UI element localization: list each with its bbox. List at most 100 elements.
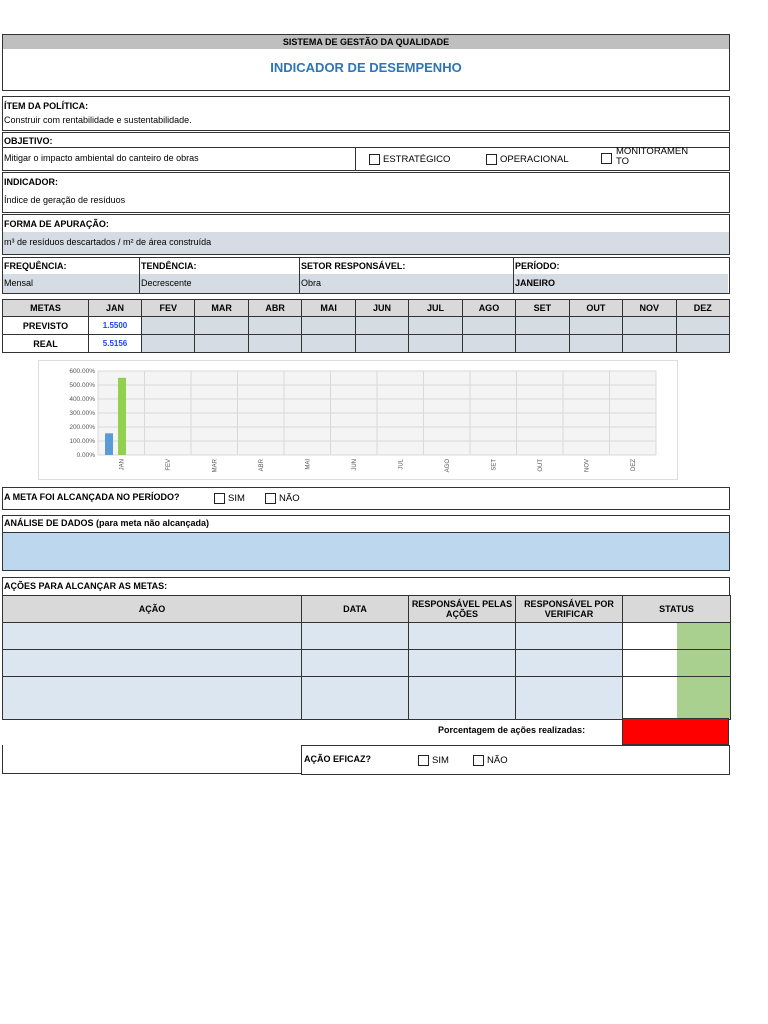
effective-section: AÇÃO EFICAZ? SIM NÃO [301,745,730,775]
real-value-cell[interactable] [301,334,356,353]
y-tick-label: 600.00% [69,368,95,375]
policy-label: ÍTEM DA POLÍTICA: [4,101,89,111]
previsto-value-cell[interactable] [675,316,731,335]
previsto-value-cell[interactable] [301,316,356,335]
effective-no-option[interactable]: NÃO [473,755,508,766]
real-value-cell[interactable] [622,334,677,353]
previsto-value-cell[interactable] [354,316,410,335]
status-cell[interactable] [622,649,677,677]
period-value[interactable]: JANEIRO [514,274,728,293]
frequency-cell: FREQUÊNCIA: Mensal [3,258,140,293]
verify-cell[interactable] [515,622,623,650]
system-title: SISTEMA DE GESTÃO DA QUALIDADE [3,35,729,49]
objective-value[interactable]: Mitigar o impacto ambiental do canteiro … [4,153,199,163]
checkbox[interactable] [265,493,276,504]
action-cell[interactable] [2,676,302,720]
option-monitoramento[interactable]: MONITORAMENTO [601,147,696,169]
actions-header-row: AÇÃO DATA RESPONSÁVEL PELAS AÇÕES RESPON… [2,595,732,623]
checkbox[interactable] [601,153,612,164]
col-resp-verificar: RESPONSÁVEL POR VERIFICAR [515,595,623,623]
resp-cell[interactable] [408,649,516,677]
frequency-label: FREQUÊNCIA: [4,261,67,271]
date-cell[interactable] [301,676,409,720]
method-section: FORMA DE APURAÇÃO: m³ de resíduos descar… [2,214,730,255]
real-value-cell[interactable] [408,334,463,353]
checkbox[interactable] [369,154,380,165]
previsto-value-cell[interactable] [194,316,249,335]
real-value-cell[interactable] [194,334,249,353]
verify-cell[interactable] [515,649,623,677]
previsto-value-cell[interactable] [461,316,517,335]
real-value-cell[interactable]: 5.5156 [88,334,142,353]
status-indicator [676,622,732,650]
x-tick-label: ABR [259,458,265,471]
option-estrategico[interactable]: ESTRATÉGICO [369,154,450,165]
x-tick-label: MAR [212,458,218,472]
real-value-cell[interactable] [515,334,570,353]
frequency-value[interactable]: Mensal [3,274,139,293]
month-header: ABR [247,299,303,317]
x-tick-label: JUN [352,459,358,471]
method-value[interactable]: m³ de resíduos descartados / m² de área … [3,232,729,254]
resp-cell[interactable] [408,622,516,650]
previsto-value-cell[interactable] [140,316,196,335]
previsto-value-cell[interactable]: 1.5500 [88,316,142,335]
x-tick-label: JAN [119,459,125,470]
previsto-value-cell[interactable] [408,316,463,335]
verify-cell[interactable] [515,676,623,720]
sector-value[interactable]: Obra [300,274,513,293]
divider [355,147,356,171]
percent-label: Porcentagem de ações realizadas: [438,725,586,735]
action-cell[interactable] [2,649,302,677]
goal-yes-option[interactable]: SIM [214,493,245,504]
action-cell[interactable] [2,622,302,650]
checkbox[interactable] [418,755,429,766]
x-tick-label: FEV [166,459,172,471]
date-cell[interactable] [301,649,409,677]
status-cell[interactable] [622,622,677,650]
option-label: MONITORAMENTO [616,147,689,167]
option-operacional[interactable]: OPERACIONAL [486,154,569,165]
previsto-row: PREVISTO 1.5500 [2,316,731,335]
option-label: OPERACIONAL [500,154,569,166]
real-value-cell[interactable] [247,334,303,353]
trend-cell: TENDÊNCIA: Decrescente [140,258,300,293]
checkbox[interactable] [486,154,497,165]
real-value-cell[interactable] [461,334,517,353]
checkbox[interactable] [473,755,484,766]
y-tick-label: 300.00% [69,410,95,417]
trend-label: TENDÊNCIA: [141,261,197,271]
previsto-value-cell[interactable] [247,316,303,335]
indicator-value[interactable]: Índice de geração de resíduos [4,195,125,205]
month-header: JUL [408,299,463,317]
previsto-value-cell[interactable] [568,316,624,335]
resp-cell[interactable] [408,676,516,720]
analysis-input[interactable] [3,532,729,570]
effective-yes-option[interactable]: SIM [418,755,449,766]
trend-value[interactable]: Decrescente [140,274,299,293]
option-label: SIM [228,493,245,505]
checkbox[interactable] [214,493,225,504]
previsto-value-cell[interactable] [515,316,570,335]
y-tick-label: 200.00% [69,424,95,431]
objective-label: OBJETIVO: [4,136,53,146]
status-cell[interactable] [622,676,677,720]
objective-section: OBJETIVO: Mitigar o impacto ambiental do… [2,132,730,171]
y-tick-label: 500.00% [69,382,95,389]
previsto-value-cell[interactable] [622,316,677,335]
method-label: FORMA DE APURAÇÃO: [4,219,109,229]
real-value-cell[interactable] [675,334,731,353]
policy-value[interactable]: Construir com rentabilidade e sustentabi… [4,115,192,125]
effective-label: AÇÃO EFICAZ? [304,754,371,764]
real-value-cell[interactable] [354,334,410,353]
period-cell: PERÍODO: JANEIRO [514,258,728,293]
date-cell[interactable] [301,622,409,650]
real-value-cell[interactable] [140,334,196,353]
col-resp-acoes: RESPONSÁVEL PELAS AÇÕES [408,595,516,623]
goal-no-option[interactable]: NÃO [265,493,300,504]
info-section: FREQUÊNCIA: Mensal TENDÊNCIA: Decrescente … [2,257,730,294]
month-header: DEZ [675,299,731,317]
real-value-cell[interactable] [568,334,624,353]
left-border [2,745,302,774]
previsto-label: PREVISTO [2,316,89,335]
